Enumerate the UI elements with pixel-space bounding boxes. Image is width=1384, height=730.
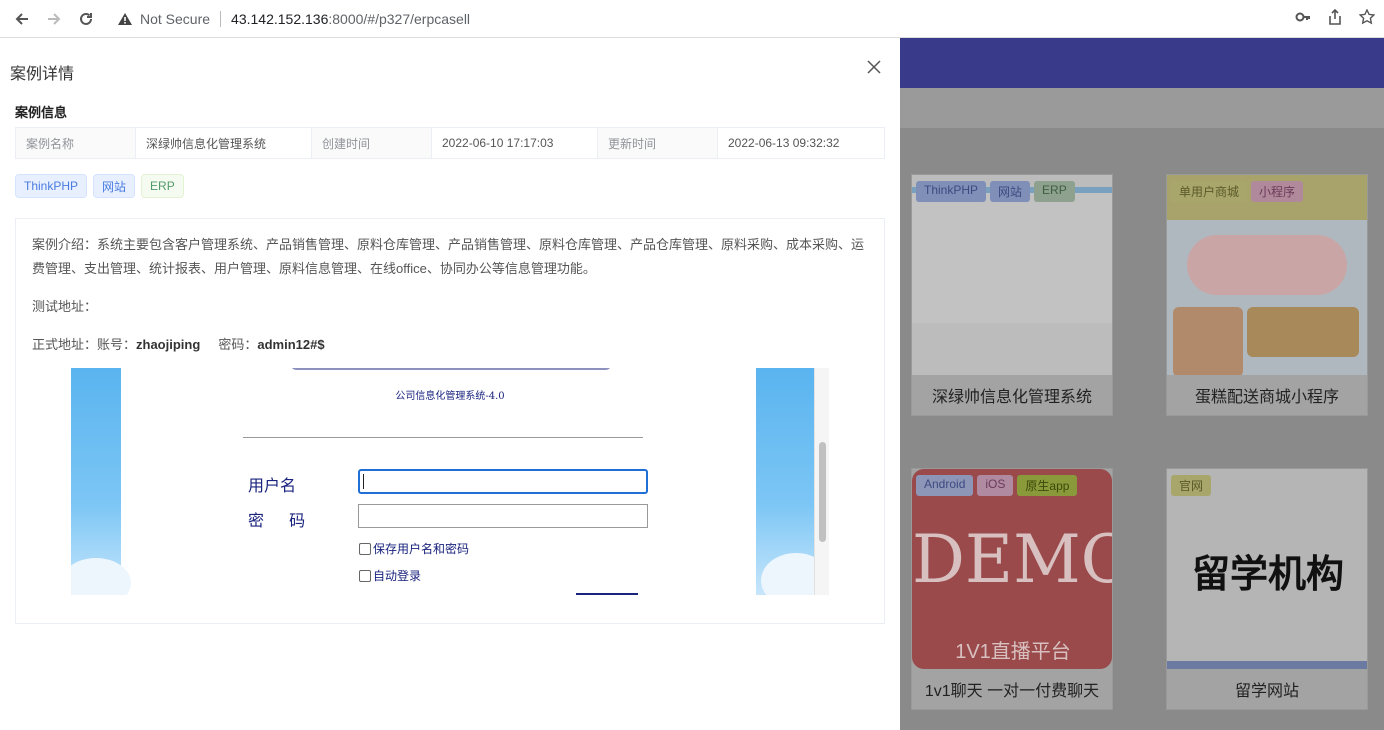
card-tag: 官网 (1171, 475, 1212, 496)
prod-password-label: 密码： (218, 337, 258, 352)
case-name-label: 案例名称 (16, 128, 136, 158)
case-card[interactable]: DEMO 1V1直播平台 Android iOS 原生app 1v1聊天 一对一… (911, 468, 1113, 710)
embed-login-button-fragment (576, 593, 638, 595)
url-host: 43.142.152.136 (231, 11, 329, 27)
prod-account: zhaojiping (136, 337, 201, 352)
sky-left (71, 368, 131, 595)
case-content-box: 案例介绍：系统主要包含客户管理系统、产品销售管理、原料仓库管理、产品销售管理、原… (15, 218, 885, 624)
case-screenshot: 公司信息化管理系统-4.0 用户名 密 码 保存用户名和密码 自动登录 (71, 368, 829, 595)
background-header (900, 38, 1384, 88)
prod-password: admin12#$ (257, 337, 325, 352)
embed-subtitle: 公司信息化管理系统-4.0 (395, 391, 505, 402)
card-thumbnail (1167, 175, 1367, 375)
sky-right (756, 368, 829, 595)
embed-save-label: 保存用户名和密码 (373, 542, 470, 556)
created-time-value: 2022-06-10 17:17:03 (432, 128, 598, 158)
drawer-title: 案例详情 (10, 66, 75, 83)
card-title: 蛋糕配送商城小程序 (1194, 389, 1339, 406)
embed-title-fragment (291, 368, 611, 370)
embed-scrollbar (814, 368, 829, 595)
case-detail-drawer: 案例详情 案例信息 案例名称 深绿帅信息化管理系统 创建时间 2022-06-1… (0, 38, 900, 730)
thumb-subtext: 1V1直播平台 (955, 641, 1071, 663)
card-thumbnail: 留学机构 (1167, 469, 1367, 669)
created-time-label: 创建时间 (312, 128, 432, 158)
production-address: 正式地址：账号：zhaojiping 密码：admin12#$ (32, 334, 325, 353)
bookmark-star-icon[interactable] (1358, 8, 1376, 26)
thumb-text: DEMO (912, 521, 1112, 598)
card-tag: 单用户商城 (1171, 181, 1248, 202)
embed-password-input (358, 504, 648, 528)
card-tag: ThinkPHP (916, 181, 987, 202)
key-icon[interactable] (1294, 8, 1312, 26)
card-tag: iOS (977, 475, 1014, 496)
embed-username-label: 用户名 (248, 476, 297, 495)
embed-username-input (358, 469, 648, 494)
thumb-text: 留学机构 (1191, 554, 1344, 596)
case-card[interactable]: ThinkPHP 网站 ERP 深绿帅信息化管理系统 (911, 174, 1113, 416)
embed-password-label: 密 码 (248, 511, 316, 530)
card-title: 1v1聊天 一对一付费聊天 (924, 683, 1100, 700)
case-card[interactable]: 留学机构 官网 留学网站 (1166, 468, 1368, 710)
browser-toolbar: Not Secure 43.142.152.136:8000/#/p327/er… (0, 0, 1384, 38)
card-title: 留学网站 (1234, 683, 1299, 700)
prod-account-label: 正式地址：账号： (32, 337, 137, 352)
card-tag: 网站 (990, 181, 1031, 202)
embed-divider (243, 437, 643, 438)
url-separator (220, 11, 222, 27)
warning-icon[interactable] (114, 8, 136, 30)
embed-auto-checkbox: 自动登录 (359, 567, 421, 584)
tag-website: 网站 (93, 174, 136, 198)
address-bar[interactable]: Not Secure 43.142.152.136:8000/#/p327/er… (108, 5, 1384, 33)
updated-time-value: 2022-06-13 09:32:32 (728, 136, 840, 150)
embed-save-checkbox: 保存用户名和密码 (359, 540, 469, 557)
section-title: 案例信息 (15, 105, 68, 120)
embed-scrollbar-thumb (819, 442, 826, 542)
forward-icon[interactable] (38, 3, 70, 35)
test-address: 测试地址： (32, 299, 98, 314)
background-subheader (900, 88, 1384, 128)
reload-icon[interactable] (70, 3, 102, 35)
back-icon[interactable] (6, 3, 38, 35)
tag-thinkphp: ThinkPHP (15, 174, 88, 198)
card-tag: 小程序 (1251, 181, 1304, 202)
case-name-value: 深绿帅信息化管理系统 (136, 128, 312, 158)
card-tag: ERP (1034, 181, 1075, 202)
tag-list: ThinkPHP 网站 ERP (15, 174, 184, 198)
card-thumbnail: DEMO 1V1直播平台 (912, 469, 1112, 669)
not-secure-label: Not Secure (140, 11, 211, 27)
card-thumbnail (912, 175, 1112, 375)
embed-auto-label: 自动登录 (373, 569, 422, 583)
case-intro: 案例介绍：系统主要包含客户管理系统、产品销售管理、原料仓库管理、产品销售管理、原… (32, 237, 865, 276)
text-caret (363, 474, 364, 489)
card-tag: Android (916, 475, 974, 496)
share-icon[interactable] (1326, 8, 1344, 26)
close-icon[interactable] (864, 59, 884, 79)
background-page: ThinkPHP 网站 ERP 深绿帅信息化管理系统 单用户商城 小程序 蛋糕配… (900, 38, 1384, 730)
case-card[interactable]: 单用户商城 小程序 蛋糕配送商城小程序 (1166, 174, 1368, 416)
url-path: :8000/#/p327/erpcasell (328, 11, 471, 27)
card-tag: 原生app (1017, 475, 1078, 496)
card-title: 深绿帅信息化管理系统 (931, 389, 1092, 406)
case-info-table: 案例名称 深绿帅信息化管理系统 创建时间 2022-06-10 17:17:03… (15, 127, 885, 159)
tag-erp: ERP (141, 174, 184, 198)
updated-time-label: 更新时间 (598, 128, 718, 158)
